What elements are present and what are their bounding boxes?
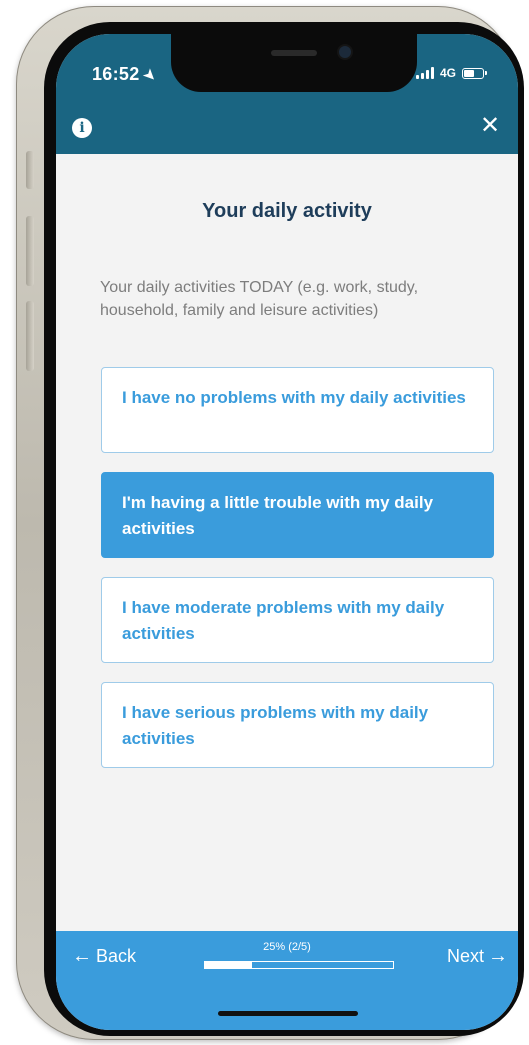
home-indicator — [218, 1011, 358, 1016]
next-label: Next — [446, 946, 484, 966]
status-indicators: 4G — [415, 66, 487, 80]
location-arrow-icon: ➤ — [140, 65, 160, 86]
status-time-text: 16:52 — [92, 64, 140, 84]
front-camera — [339, 46, 351, 58]
app-screen: 16:52➤ 4G i ✕ Your daily activity Your d… — [56, 34, 518, 1030]
progress-bar — [204, 961, 394, 969]
phone-frame: 16:52➤ 4G i ✕ Your daily activity Your d… — [16, 6, 524, 1040]
network-type: 4G — [439, 66, 456, 80]
volume-down-button — [26, 301, 34, 371]
close-icon[interactable]: ✕ — [478, 112, 502, 140]
app-header: 16:52➤ 4G i ✕ — [56, 34, 518, 154]
option-serious-problems[interactable]: I have serious problems with my daily ac… — [101, 682, 494, 768]
page-title: Your daily activity — [202, 200, 372, 222]
cellular-signal-icon — [415, 67, 434, 79]
battery-icon — [462, 67, 487, 79]
status-time: 16:52➤ — [92, 64, 160, 85]
question-text: Your daily activities TODAY (e.g. work, … — [100, 279, 419, 319]
silent-switch — [26, 151, 34, 189]
option-no-problems[interactable]: I have no problems with my daily activit… — [101, 367, 494, 453]
info-icon[interactable]: i — [72, 118, 92, 138]
option-little-trouble[interactable]: I'm having a little trouble with my dail… — [101, 472, 494, 558]
answer-options: I have no problems with my daily activit… — [101, 367, 494, 787]
option-moderate-problems[interactable]: I have moderate problems with my daily a… — [101, 577, 494, 663]
navigation-footer: ← Back 25% (2/5) Next → — [56, 931, 518, 1030]
next-button[interactable]: Next → — [447, 945, 508, 968]
volume-up-button — [26, 216, 34, 286]
battery-level — [464, 69, 474, 77]
notch — [171, 34, 417, 92]
arrow-right-icon: → — [488, 945, 508, 967]
progress-bar-fill — [205, 962, 252, 968]
speaker-grille — [271, 50, 317, 56]
